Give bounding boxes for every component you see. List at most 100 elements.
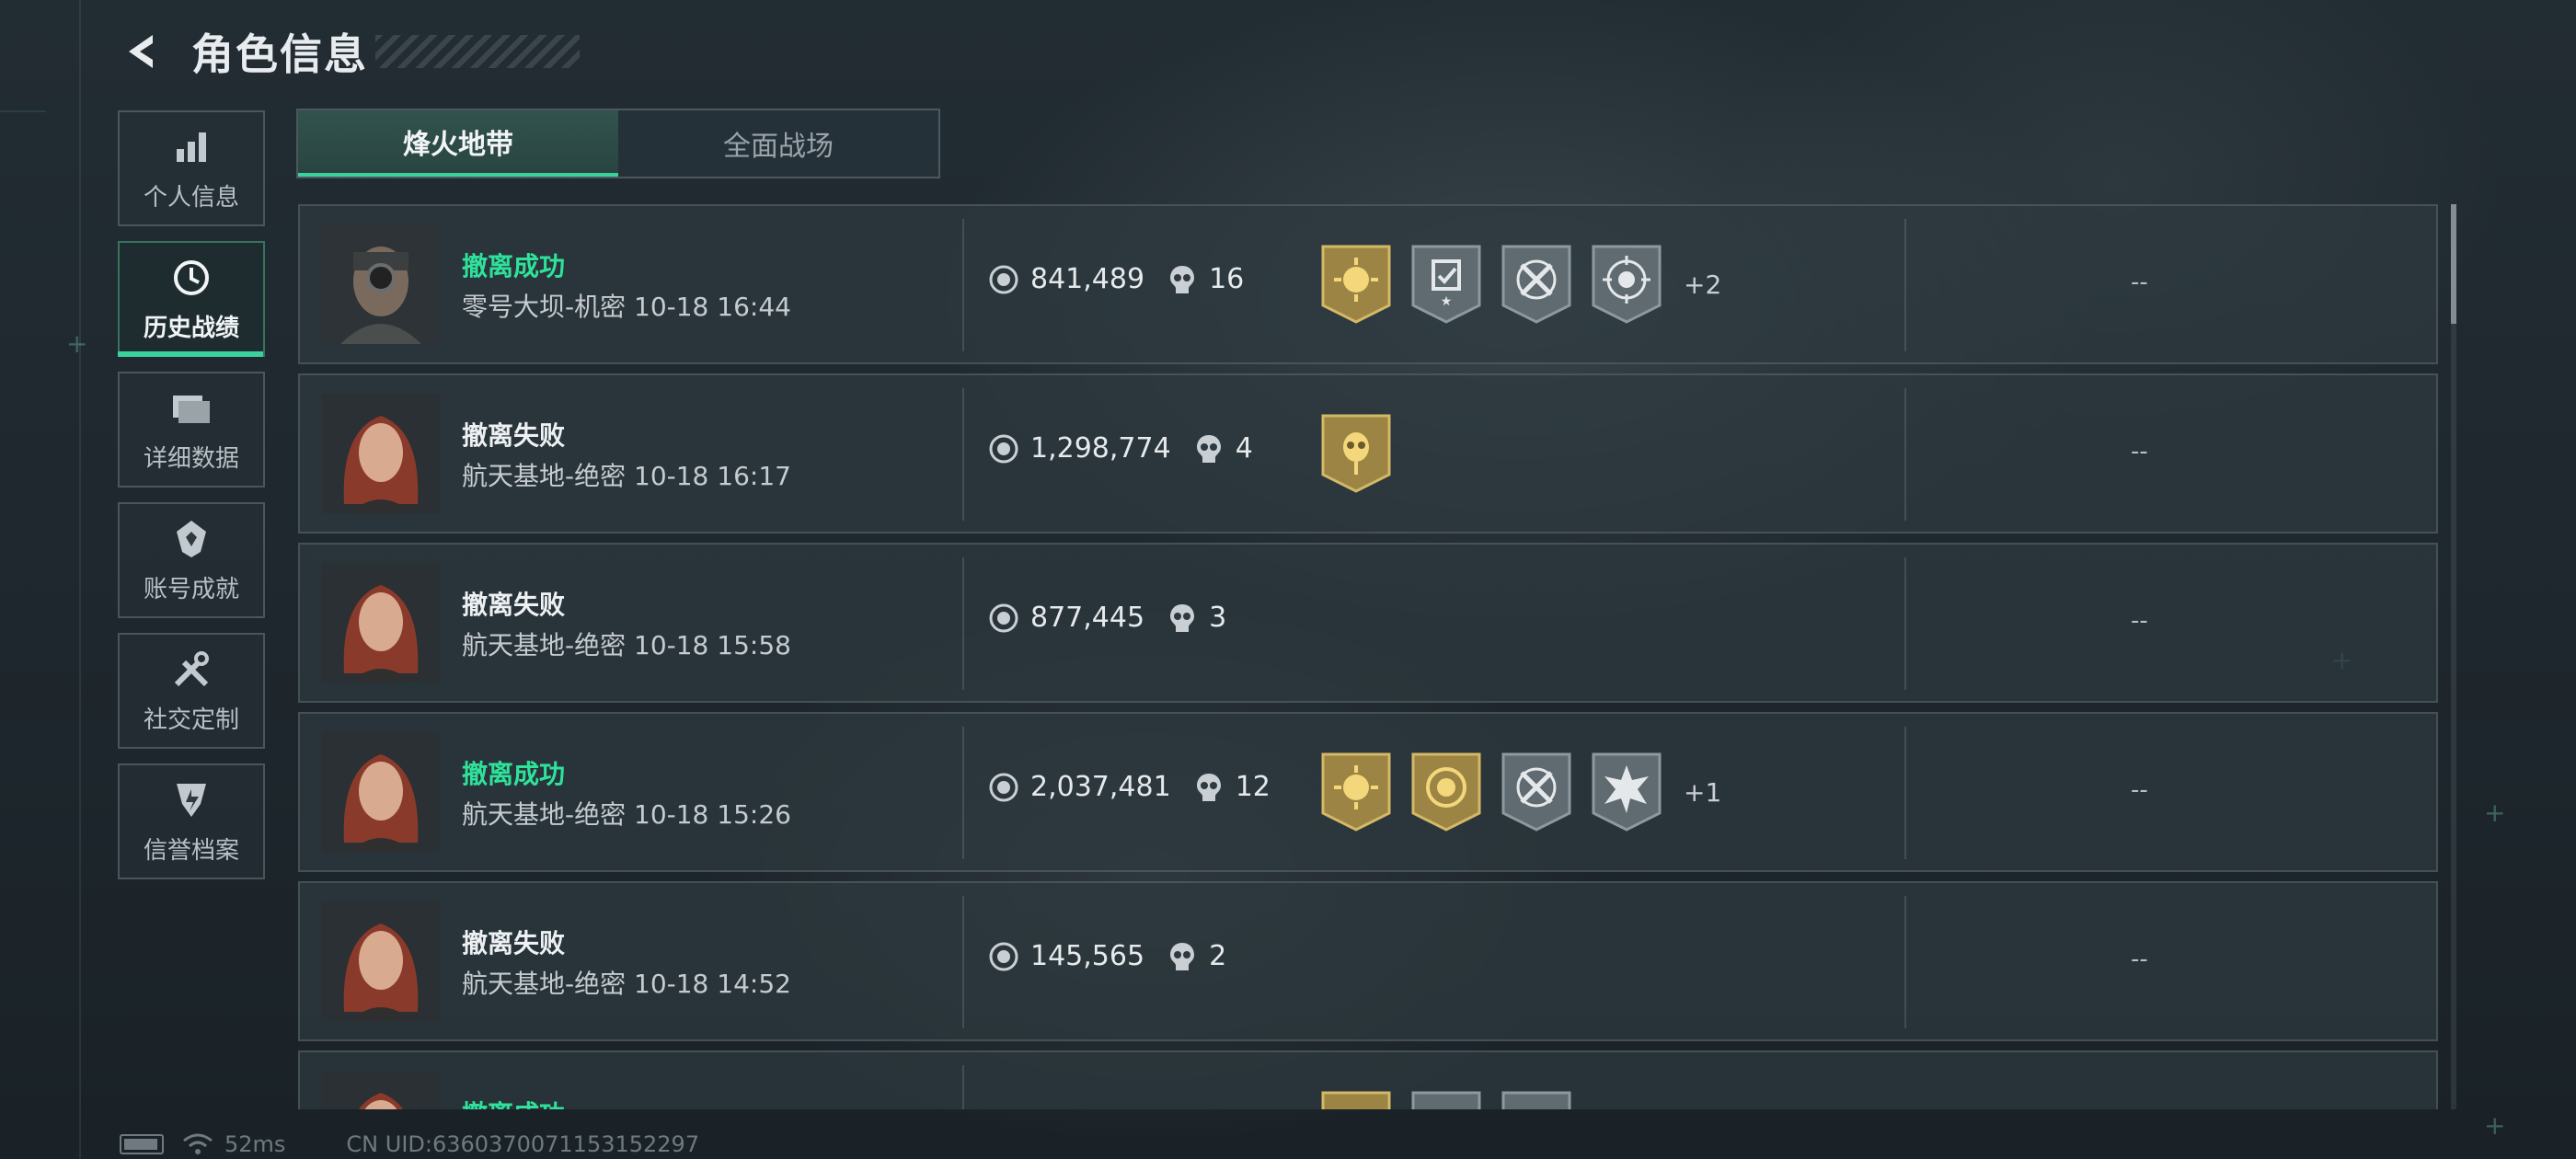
extra-info: -- (2131, 269, 2148, 296)
report-badge-icon[interactable]: ★ (1409, 245, 1483, 324)
divider (1904, 388, 1906, 521)
list-scrollbar[interactable] (2451, 204, 2456, 1109)
kill-count: 2 (1209, 940, 1227, 972)
page-header: 角色信息 (120, 22, 368, 81)
sidebar-item-achievements[interactable]: 账号成就 (118, 502, 265, 618)
sidebar-item-label: 账号成就 (143, 575, 239, 603)
kill-count: 3 (1209, 602, 1227, 634)
gold-sun-badge-icon[interactable] (1319, 1091, 1393, 1109)
gold-skull-badge-icon[interactable] (1319, 414, 1393, 493)
user-uid: CN UID:6360370071153152297 (346, 1131, 700, 1157)
sidebar-item-label: 信誉档案 (143, 836, 239, 865)
coin-icon (989, 265, 1018, 293)
gold-emblem-badge-icon[interactable] (1409, 752, 1483, 832)
sidebar-item-label: 个人信息 (143, 183, 239, 212)
skull-icon (1170, 942, 1195, 970)
list-item[interactable]: 撤离成功 零号大坝-机密 10-18 16:44 841,489 16 ★ +2… (298, 204, 2438, 364)
match-history-list[interactable]: 撤离成功 零号大坝-机密 10-18 16:44 841,489 16 ★ +2… (298, 204, 2440, 1109)
extraction-result: 撤离失败 (462, 590, 566, 620)
achievement-icon (169, 517, 213, 561)
divider (1904, 727, 1906, 859)
target-badge-icon[interactable] (1590, 245, 1663, 324)
tab-full-battlefield[interactable]: 全面战场 (618, 110, 938, 177)
bar-chart-icon (169, 125, 213, 169)
kill-count: 16 (1209, 263, 1245, 295)
skull-icon (1170, 265, 1195, 293)
extraction-result: 撤离成功 (462, 251, 566, 281)
badge-list: +1 (1319, 752, 1721, 832)
battery-icon (120, 1134, 164, 1154)
list-item[interactable]: 撤离成功 航天基地-绝密 10-18 15:26 2,037,481 12 +1… (298, 712, 2438, 872)
sidebar-item-detailed-data[interactable]: 详细数据 (118, 372, 265, 488)
decorative-plus-icon: + (2484, 798, 2506, 828)
active-indicator (118, 351, 263, 357)
sidebar-item-match-history[interactable]: 历史战绩 (118, 241, 265, 357)
svg-text:★: ★ (1441, 294, 1453, 309)
divider (962, 557, 964, 690)
back-arrow-icon[interactable] (120, 28, 167, 75)
clock-history-icon (169, 256, 213, 300)
avatar (322, 394, 440, 513)
coin-icon (989, 434, 1018, 463)
extra-info: -- (2131, 946, 2148, 973)
sidebar-item-label: 社交定制 (143, 706, 239, 734)
divider (1904, 896, 1906, 1028)
more-badges-count[interactable]: +1 (1684, 777, 1721, 808)
report-badge-icon[interactable] (1409, 1091, 1483, 1109)
map-and-time: 航天基地-绝密 10-18 14:52 (462, 969, 791, 999)
avatar (322, 224, 440, 344)
scrollbar-thumb[interactable] (2451, 204, 2456, 324)
asset-value: 2,037,481 (1030, 771, 1171, 803)
more-badges-count[interactable]: +2 (1684, 270, 1721, 300)
skull-icon (1170, 603, 1195, 632)
crossed-guns-badge-icon[interactable] (1500, 245, 1573, 324)
ping-value: 52ms (224, 1131, 286, 1157)
kill-count: 12 (1235, 771, 1271, 803)
extraction-result: 撤离成功 (462, 1095, 565, 1109)
list-item[interactable]: 撤离失败 航天基地-绝密 10-18 14:52 145,565 2 -- (298, 881, 2438, 1041)
badge-list (1319, 414, 1409, 493)
mode-tabs: 烽火地带 全面战场 (296, 109, 940, 178)
folder-icon (169, 386, 213, 430)
list-item[interactable]: 撤离失败 航天基地-绝密 10-18 15:58 877,445 3 -- (298, 543, 2438, 703)
shield-badge-icon (169, 778, 213, 822)
extraction-result: 撤离成功 (462, 759, 566, 789)
coin-icon (989, 603, 1018, 632)
crossed-guns-badge-icon[interactable] (1500, 1091, 1573, 1109)
match-stats: 145,565 2 (988, 940, 1226, 972)
divider (962, 727, 964, 859)
sidebar-item-credit-record[interactable]: 信誉档案 (118, 763, 265, 879)
status-footer: 52ms CN UID:6360370071153152297 (120, 1130, 699, 1159)
map-and-time: 航天基地-绝密 10-18 16:17 (462, 461, 791, 491)
burst-badge-icon[interactable] (1590, 752, 1663, 832)
coin-icon (989, 773, 1018, 801)
skull-icon (1196, 434, 1221, 463)
map-and-time: 航天基地-绝密 10-18 15:58 (462, 630, 791, 660)
avatar (322, 563, 440, 683)
tab-hazard-zone[interactable]: 烽火地带 (298, 110, 618, 177)
list-item[interactable]: 撤离成功 (298, 1050, 2438, 1109)
decorative-plus-icon: + (2484, 1110, 2506, 1141)
map-and-time: 零号大坝-机密 10-18 16:44 (462, 292, 791, 322)
divider (962, 219, 964, 351)
extra-info: -- (2131, 776, 2148, 804)
divider (962, 896, 964, 1028)
sidebar: 个人信息 历史战绩 详细数据 账号成就 社交定制 信誉档案 (118, 110, 265, 894)
extraction-result: 撤离失败 (462, 928, 566, 958)
title-decoration (375, 35, 580, 68)
gold-sun-badge-icon[interactable] (1319, 752, 1393, 832)
crossed-guns-badge-icon[interactable] (1500, 752, 1573, 832)
divider (962, 388, 964, 521)
asset-value: 841,489 (1030, 263, 1145, 295)
sidebar-item-social-custom[interactable]: 社交定制 (118, 633, 265, 749)
asset-value: 1,298,774 (1030, 432, 1171, 465)
decorative-line (0, 110, 46, 112)
gold-sun-badge-icon[interactable] (1319, 245, 1393, 324)
match-stats: 1,298,774 4 (988, 432, 1253, 465)
decorative-plus-icon: + (66, 328, 88, 359)
list-item[interactable]: 撤离失败 航天基地-绝密 10-18 16:17 1,298,774 4 -- (298, 373, 2438, 534)
sidebar-item-personal-info[interactable]: 个人信息 (118, 110, 265, 226)
match-stats: 2,037,481 12 (988, 771, 1271, 803)
badge-list (1319, 1091, 1590, 1109)
divider (1904, 557, 1906, 690)
